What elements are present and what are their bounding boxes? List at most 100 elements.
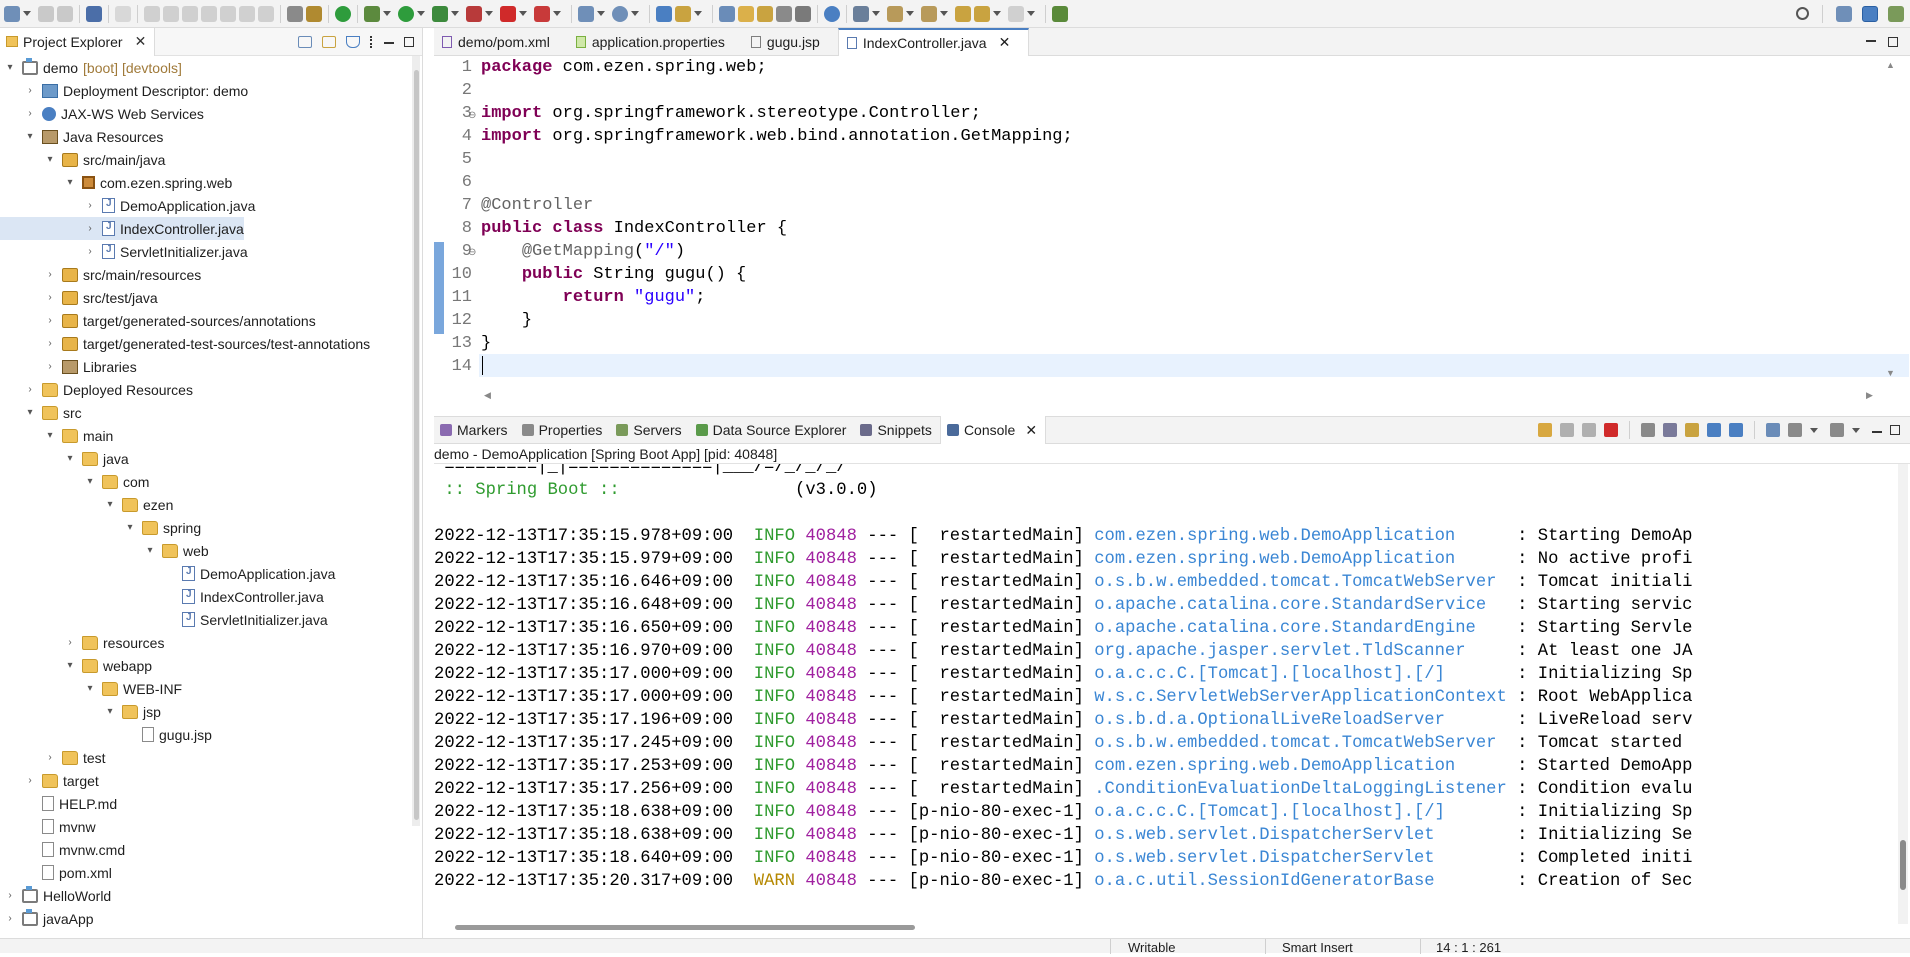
collapsed-chevron-icon[interactable]: › (24, 384, 36, 395)
tree-item-java-file[interactable]: › DemoApplication.java (0, 194, 255, 217)
collapsed-chevron-icon[interactable]: › (64, 637, 76, 648)
tree-item-folder[interactable]: ▾ WEB-INF (0, 677, 182, 700)
tab-project-explorer[interactable]: Project Explorer ✕ (0, 27, 156, 56)
collapsed-chevron-icon[interactable]: › (44, 269, 56, 280)
console-output[interactable]: =========|_|==============|___/=/_/_/_/ … (434, 464, 1896, 924)
perspective-open-icon[interactable] (1836, 5, 1852, 22)
expanded-chevron-icon[interactable]: ▾ (4, 62, 16, 73)
tree-item-source-folder[interactable]: › target/generated-test-sources/test-anno… (0, 332, 370, 355)
collapsed-chevron-icon[interactable]: › (44, 338, 56, 349)
tree-item-java-file[interactable]: ServletInitializer.java (0, 608, 328, 631)
new-server-icon[interactable] (578, 5, 594, 22)
view-menu-icon[interactable] (370, 35, 374, 48)
tree-item-folder[interactable]: ▾ java (0, 447, 128, 470)
expanded-chevron-icon[interactable]: ▾ (124, 522, 136, 533)
editor-vscroll-up-icon[interactable]: ▲ (1886, 60, 1895, 70)
tree-item-java-file[interactable]: › IndexController.java (0, 217, 244, 240)
tree-item-deployment-descriptor[interactable]: › Deployment Descriptor: demo (0, 79, 248, 102)
collapsed-chevron-icon[interactable]: › (44, 292, 56, 303)
collapsed-chevron-icon[interactable]: › (24, 85, 36, 96)
tree-item-java-file[interactable]: DemoApplication.java (0, 562, 335, 585)
minimize-icon[interactable] (1872, 430, 1882, 433)
web-browser-icon[interactable] (853, 5, 869, 22)
tab-markers[interactable]: Markers (434, 416, 516, 444)
fold-icon[interactable]: ⊖ (468, 247, 476, 258)
toggle-icon[interactable] (306, 5, 322, 22)
expanded-chevron-icon[interactable]: ▾ (84, 476, 96, 487)
tab-index-controller[interactable]: IndexController.java ✕ (837, 27, 1030, 56)
filter-icon[interactable] (346, 35, 360, 48)
tab-snippets[interactable]: Snippets (854, 416, 939, 444)
new-web-icon[interactable] (612, 5, 628, 22)
step-over-icon[interactable] (239, 5, 255, 22)
open-task-icon[interactable] (675, 5, 691, 22)
expanded-chevron-icon[interactable]: ▾ (104, 499, 116, 510)
collapsed-chevron-icon[interactable]: › (4, 913, 16, 924)
tree-item-folder[interactable]: › resources (0, 631, 164, 654)
highlight-icon[interactable] (738, 5, 754, 22)
collapsed-chevron-icon[interactable]: › (44, 361, 56, 372)
terminate-icon[interactable] (1604, 423, 1618, 437)
editor-hscrollbar[interactable]: ◀ ▶ (480, 390, 1880, 402)
tree-item-folder[interactable]: ▾ spring (0, 516, 201, 539)
coverage-icon[interactable] (432, 5, 448, 22)
suspend-icon[interactable] (163, 5, 179, 22)
perspective-debug-icon[interactable] (1888, 5, 1904, 22)
console-hscroll-thumb[interactable] (455, 925, 915, 930)
skip-breakpoints-icon[interactable] (115, 5, 131, 22)
tree-item-project[interactable]: › HelloWorld (0, 884, 111, 907)
scroll-left-icon[interactable]: ◀ (484, 390, 491, 401)
perspective-java-ee-icon[interactable] (1862, 5, 1878, 22)
search-icon[interactable] (1796, 7, 1809, 20)
collapsed-chevron-icon[interactable]: › (84, 223, 96, 234)
external-tools-icon[interactable] (466, 5, 482, 22)
pin-console-icon[interactable] (1538, 423, 1552, 437)
tree-item-folder[interactable]: ▾ webapp (0, 654, 152, 677)
tree-item-project[interactable]: › javaApp (0, 907, 94, 930)
new-icon[interactable] (4, 5, 20, 22)
prev-annotation-icon[interactable] (921, 5, 937, 22)
tree-item-source-folder[interactable]: ▾ src/main/java (0, 148, 165, 171)
minimize-icon[interactable] (384, 42, 394, 44)
run-icon[interactable] (398, 5, 414, 22)
open-console-icon[interactable] (1766, 423, 1780, 437)
expanded-chevron-icon[interactable]: ▾ (24, 131, 36, 142)
debug-icon[interactable] (364, 5, 380, 22)
remove-launch-icon[interactable] (1560, 423, 1574, 437)
display-console-icon[interactable] (1788, 423, 1802, 437)
expanded-chevron-icon[interactable]: ▾ (64, 453, 76, 464)
expanded-chevron-icon[interactable]: ▾ (44, 154, 56, 165)
tree-item-java-resources[interactable]: ▾ Java Resources (0, 125, 163, 148)
collapsed-chevron-icon[interactable]: › (24, 108, 36, 119)
spring-boot-icon[interactable] (335, 5, 351, 22)
collapsed-chevron-icon[interactable]: › (84, 246, 96, 257)
maximize-icon[interactable] (1888, 36, 1898, 47)
tree-item-folder[interactable]: › test (0, 746, 105, 769)
show-stderr-icon[interactable] (1729, 423, 1743, 437)
forward-icon[interactable] (1008, 5, 1024, 22)
back-icon[interactable] (974, 5, 990, 22)
tree-item-jsp-file[interactable]: gugu.jsp (0, 723, 212, 746)
console-vscroll-thumb[interactable] (1900, 840, 1906, 890)
close-icon[interactable]: ✕ (999, 34, 1011, 51)
expanded-chevron-icon[interactable]: ▾ (104, 706, 116, 717)
mark-icon[interactable] (757, 5, 773, 22)
tree-item-source-folder[interactable]: › target/generated-sources/annotations (0, 309, 315, 332)
remove-all-launches-icon[interactable] (1582, 423, 1596, 437)
tab-application-properties[interactable]: application.properties (568, 28, 743, 56)
tab-data-source-explorer[interactable]: Data Source Explorer (690, 416, 855, 444)
clear-console-icon[interactable] (1641, 423, 1655, 437)
explorer-scrollbar-thumb[interactable] (414, 70, 419, 820)
tree-item-package[interactable]: ▾ com.ezen.spring.web (0, 171, 232, 194)
save-icon[interactable] (38, 5, 54, 22)
word-wrap-icon[interactable] (1685, 423, 1699, 437)
search-tool-icon[interactable] (719, 5, 735, 22)
tree-item-folder[interactable]: ▾ ezen (0, 493, 173, 516)
step-return-icon[interactable] (258, 5, 274, 22)
new-console-icon[interactable] (1830, 423, 1844, 437)
expanded-chevron-icon[interactable]: ▾ (44, 430, 56, 441)
tree-item-libraries[interactable]: › Libraries (0, 355, 136, 378)
collapse-all-icon[interactable] (298, 35, 312, 48)
stop-icon[interactable] (500, 5, 516, 22)
tree-item-deployed-resources[interactable]: › Deployed Resources (0, 378, 193, 401)
